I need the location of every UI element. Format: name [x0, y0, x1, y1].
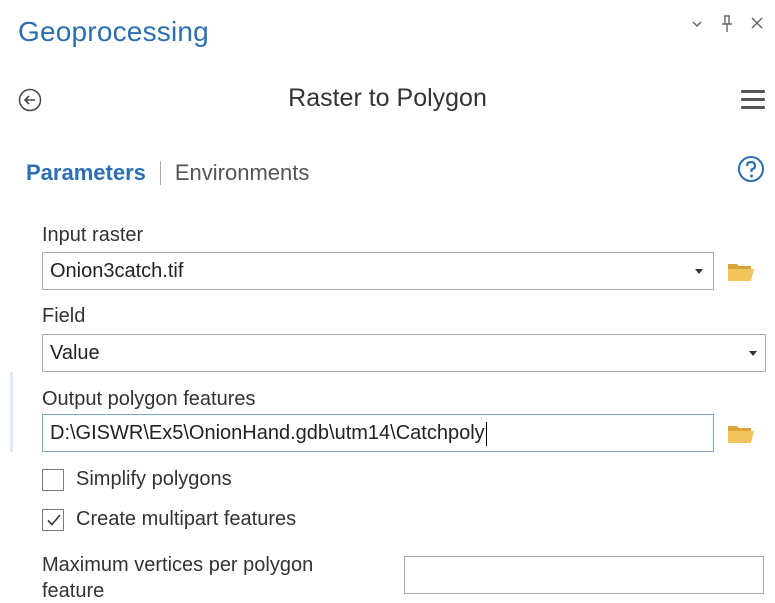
simplify-polygons-checkbox[interactable]: [42, 468, 64, 491]
field-label: Field: [42, 305, 86, 327]
output-polygon-value: D:\GISWR\Ex5\OnionHand.gdb\utm14\Catchpo…: [50, 422, 485, 444]
input-raster-browse-folder-icon[interactable]: [727, 260, 755, 282]
field-combobox[interactable]: Value: [42, 334, 766, 372]
active-parameter-indicator: [10, 372, 13, 452]
pin-icon[interactable]: [717, 14, 737, 36]
tab-parameters[interactable]: Parameters: [26, 160, 146, 186]
geoprocessing-pane: Geoprocessing Raster to Polygon Paramete…: [0, 0, 775, 603]
output-polygon-label: Output polygon features: [42, 388, 256, 410]
max-vertices-label-line2: feature: [42, 580, 105, 602]
pane-title-controls: [687, 14, 767, 36]
max-vertices-label: Maximum vertices per polygon feature: [42, 552, 313, 603]
output-polygon-input[interactable]: D:\GISWR\Ex5\OnionHand.gdb\utm14\Catchpo…: [42, 414, 714, 452]
create-multipart-checkbox[interactable]: [42, 508, 64, 531]
field-dropdown-icon[interactable]: [749, 351, 757, 356]
help-question-icon[interactable]: [737, 155, 765, 183]
text-cursor: [485, 421, 487, 446]
max-vertices-label-line1: Maximum vertices per polygon: [42, 554, 314, 576]
pane-title: Geoprocessing: [18, 16, 209, 47]
close-icon[interactable]: [747, 14, 767, 36]
hamburger-menu-icon[interactable]: [741, 90, 765, 110]
create-multipart-label: Create multipart features: [76, 508, 297, 530]
input-raster-combobox[interactable]: Onion3catch.tif: [42, 252, 714, 290]
tab-divider: [159, 161, 161, 185]
input-raster-value: Onion3catch.tif: [50, 260, 184, 282]
create-multipart-option[interactable]: Create multipart features: [42, 508, 296, 531]
output-browse-folder-icon[interactable]: [727, 422, 755, 444]
input-raster-label: Input raster: [42, 224, 144, 246]
tool-title: Raster to Polygon: [288, 84, 487, 112]
pane-options-chevron-icon[interactable]: [687, 14, 707, 36]
max-vertices-input[interactable]: [404, 556, 764, 594]
simplify-polygons-label: Simplify polygons: [76, 468, 232, 490]
tab-environments[interactable]: Environments: [175, 160, 310, 186]
checkmark-icon: [47, 513, 61, 526]
tab-bar: Parameters Environments: [26, 160, 309, 186]
input-raster-dropdown-icon[interactable]: [695, 269, 703, 274]
simplify-polygons-option[interactable]: Simplify polygons: [42, 468, 232, 491]
field-value: Value: [50, 342, 100, 364]
